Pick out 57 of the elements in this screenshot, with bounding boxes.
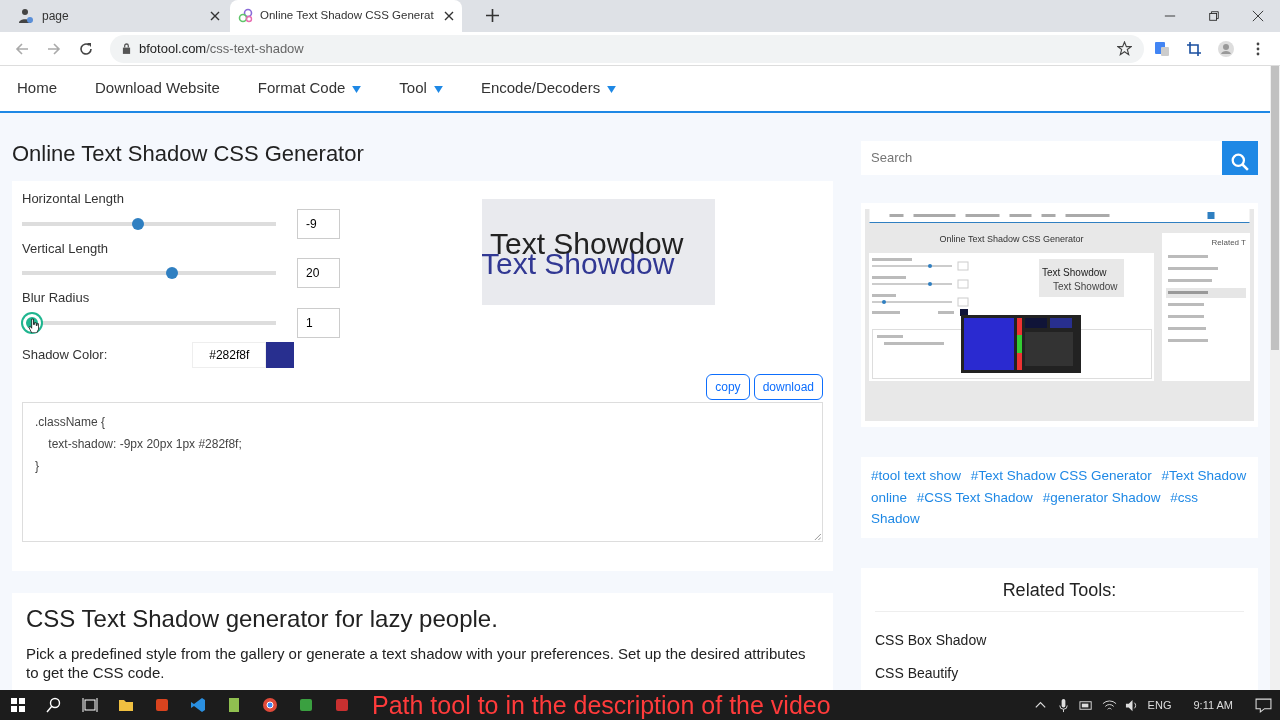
search-icon xyxy=(1231,152,1249,171)
code-line: } xyxy=(35,457,40,475)
thumb-preview-text: Text Showdow xyxy=(1042,265,1107,280)
control-label: Horizontal Length xyxy=(22,190,125,209)
number-field[interactable]: -9 xyxy=(297,208,340,239)
code-line: .className { xyxy=(35,413,107,431)
circles-icon xyxy=(238,8,254,24)
nav-link[interactable]: Format Code xyxy=(257,77,362,100)
lock-icon xyxy=(122,43,131,54)
section-paragraph: Pick a predefined style from the gallery or generate a text shadow with your preferences. Set up the desired attributes to get the CSS code. xyxy=(26,644,807,683)
color-swatch[interactable] xyxy=(266,341,295,368)
scrollbar-thumb[interactable] xyxy=(1271,66,1279,350)
address-bar[interactable]: bfotool.com/css-text-shadow xyxy=(110,34,1144,63)
section-heading: CSS Text Shadow generator for lazy people. xyxy=(26,605,499,635)
slider-thumb[interactable] xyxy=(165,267,178,280)
nav-link[interactable]: Tool xyxy=(399,77,443,100)
nav-link[interactable]: Download Website xyxy=(95,77,220,100)
related-tool-link[interactable]: CSS Box Shadow xyxy=(875,624,1244,658)
tab-title: page xyxy=(42,9,69,23)
hand-cursor-icon xyxy=(28,317,39,333)
code-line: text-shadow: -9px 20px 1px #282f8f; xyxy=(47,435,243,453)
nav-link[interactable]: Home xyxy=(17,77,57,100)
hashtag-list[interactable]: #tool text show #Text Shadow CSS Generator #Text Shadow online #CSS Text Shadow #generator Shadow #css Shadow xyxy=(861,457,1258,538)
close-icon[interactable] xyxy=(210,11,220,21)
page-title: Online Text Shadow CSS Generator xyxy=(12,141,365,168)
nav-link[interactable]: Encode/Decoders xyxy=(480,77,617,100)
notification-icon[interactable] xyxy=(1255,696,1272,714)
color-field[interactable]: #282f8f xyxy=(192,341,267,368)
new-tab-icon[interactable] xyxy=(486,9,499,22)
download-button[interactable]: download xyxy=(753,373,823,400)
thumb-related-title: Related T xyxy=(1210,237,1246,249)
search-button[interactable] xyxy=(1222,141,1258,175)
browser-tab[interactable]: Online Text Shadow CSS Generat xyxy=(230,0,462,32)
slider-thumb[interactable] xyxy=(132,217,145,230)
control-label: Blur Radius xyxy=(22,289,91,308)
resize-handle-icon[interactable] xyxy=(814,532,821,540)
close-icon[interactable] xyxy=(444,11,454,21)
copy-button[interactable]: copy xyxy=(706,373,750,400)
related-title: Related Tools: xyxy=(875,579,1244,613)
star-icon[interactable] xyxy=(1117,41,1132,56)
screenshot-card[interactable]: Online Text Shadow CSS Generator Text Showdow Text Showdow Related T xyxy=(861,203,1258,427)
control-label: Vertical Length xyxy=(22,239,109,258)
search-field[interactable]: Search xyxy=(861,141,1222,175)
number-field[interactable]: 20 xyxy=(297,258,340,289)
related-tool-link[interactable]: CSS Beautify xyxy=(875,657,1244,690)
thumb-title: Online Text Shadow CSS Generator xyxy=(938,233,1085,246)
browser-tab[interactable]: page xyxy=(8,0,230,32)
clock-time[interactable]: 9:11 AM xyxy=(1193,696,1233,714)
tab-title: Online Text Shadow CSS Generat xyxy=(260,9,434,22)
language-indicator[interactable]: ENG xyxy=(1147,696,1172,714)
number-field[interactable]: 1 xyxy=(297,307,340,338)
control-label: Shadow Color: xyxy=(22,346,108,365)
code-textarea[interactable]: .className { text-shadow: -9px 20px 1px #282f8f; } xyxy=(22,401,823,542)
scrollbar[interactable] xyxy=(1270,66,1280,690)
video-caption: Path tool to in the description of the video xyxy=(372,690,831,720)
thumb-shadow-text: Text Showdow xyxy=(1053,279,1118,294)
url-text: bfotool.com/css-text-shadow xyxy=(139,39,304,58)
